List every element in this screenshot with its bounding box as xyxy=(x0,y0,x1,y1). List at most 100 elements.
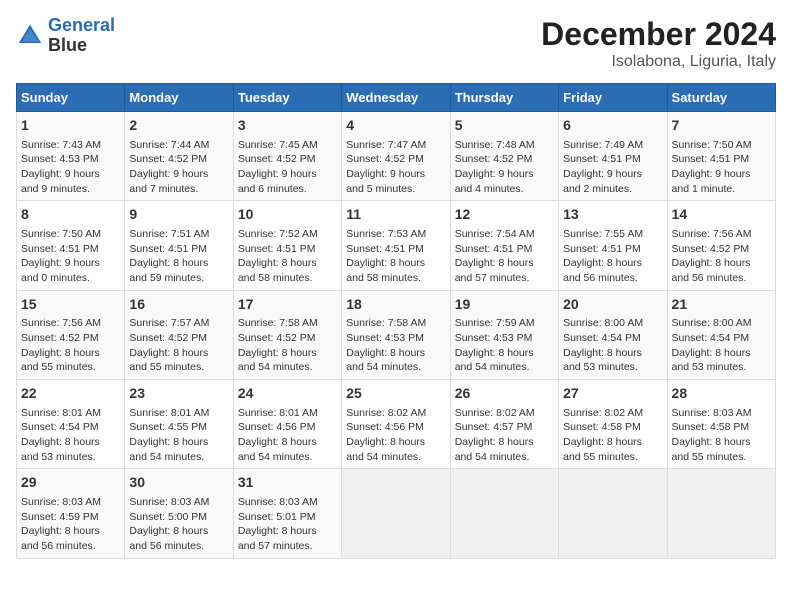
calendar-cell: 6Sunrise: 7:49 AM Sunset: 4:51 PM Daylig… xyxy=(559,112,667,201)
day-number: 28 xyxy=(672,384,771,404)
calendar-cell xyxy=(667,469,775,558)
day-info: Sunrise: 7:57 AM Sunset: 4:52 PM Dayligh… xyxy=(129,316,228,375)
calendar-cell: 26Sunrise: 8:02 AM Sunset: 4:57 PM Dayli… xyxy=(450,380,558,469)
logo: General Blue xyxy=(16,16,115,56)
calendar-cell: 28Sunrise: 8:03 AM Sunset: 4:58 PM Dayli… xyxy=(667,380,775,469)
day-number: 18 xyxy=(346,295,445,315)
calendar-cell: 3Sunrise: 7:45 AM Sunset: 4:52 PM Daylig… xyxy=(233,112,341,201)
calendar-header: SundayMondayTuesdayWednesdayThursdayFrid… xyxy=(17,84,776,112)
day-info: Sunrise: 7:44 AM Sunset: 4:52 PM Dayligh… xyxy=(129,138,228,197)
day-number: 13 xyxy=(563,205,662,225)
day-info: Sunrise: 7:50 AM Sunset: 4:51 PM Dayligh… xyxy=(21,227,120,286)
day-number: 19 xyxy=(455,295,554,315)
logo-text: General Blue xyxy=(48,16,115,56)
weekday-header-sunday: Sunday xyxy=(17,84,125,112)
day-info: Sunrise: 8:02 AM Sunset: 4:58 PM Dayligh… xyxy=(563,406,662,465)
day-number: 16 xyxy=(129,295,228,315)
calendar-cell: 7Sunrise: 7:50 AM Sunset: 4:51 PM Daylig… xyxy=(667,112,775,201)
calendar-week-row: 15Sunrise: 7:56 AM Sunset: 4:52 PM Dayli… xyxy=(17,290,776,379)
calendar-table: SundayMondayTuesdayWednesdayThursdayFrid… xyxy=(16,83,776,559)
day-number: 4 xyxy=(346,116,445,136)
day-info: Sunrise: 7:53 AM Sunset: 4:51 PM Dayligh… xyxy=(346,227,445,286)
day-info: Sunrise: 7:58 AM Sunset: 4:52 PM Dayligh… xyxy=(238,316,337,375)
day-number: 17 xyxy=(238,295,337,315)
weekday-header-tuesday: Tuesday xyxy=(233,84,341,112)
day-info: Sunrise: 8:02 AM Sunset: 4:57 PM Dayligh… xyxy=(455,406,554,465)
day-number: 21 xyxy=(672,295,771,315)
calendar-week-row: 22Sunrise: 8:01 AM Sunset: 4:54 PM Dayli… xyxy=(17,380,776,469)
calendar-cell xyxy=(559,469,667,558)
day-number: 20 xyxy=(563,295,662,315)
day-info: Sunrise: 8:00 AM Sunset: 4:54 PM Dayligh… xyxy=(563,316,662,375)
calendar-cell: 15Sunrise: 7:56 AM Sunset: 4:52 PM Dayli… xyxy=(17,290,125,379)
calendar-cell: 13Sunrise: 7:55 AM Sunset: 4:51 PM Dayli… xyxy=(559,201,667,290)
calendar-body: 1Sunrise: 7:43 AM Sunset: 4:53 PM Daylig… xyxy=(17,112,776,559)
day-number: 1 xyxy=(21,116,120,136)
day-number: 29 xyxy=(21,473,120,493)
calendar-cell: 21Sunrise: 8:00 AM Sunset: 4:54 PM Dayli… xyxy=(667,290,775,379)
month-title: December 2024 xyxy=(541,16,776,53)
day-info: Sunrise: 7:50 AM Sunset: 4:51 PM Dayligh… xyxy=(672,138,771,197)
calendar-week-row: 29Sunrise: 8:03 AM Sunset: 4:59 PM Dayli… xyxy=(17,469,776,558)
weekday-header-row: SundayMondayTuesdayWednesdayThursdayFrid… xyxy=(17,84,776,112)
calendar-cell: 30Sunrise: 8:03 AM Sunset: 5:00 PM Dayli… xyxy=(125,469,233,558)
day-number: 8 xyxy=(21,205,120,225)
day-number: 15 xyxy=(21,295,120,315)
calendar-week-row: 1Sunrise: 7:43 AM Sunset: 4:53 PM Daylig… xyxy=(17,112,776,201)
day-info: Sunrise: 7:55 AM Sunset: 4:51 PM Dayligh… xyxy=(563,227,662,286)
day-info: Sunrise: 8:02 AM Sunset: 4:56 PM Dayligh… xyxy=(346,406,445,465)
day-number: 25 xyxy=(346,384,445,404)
day-number: 3 xyxy=(238,116,337,136)
day-info: Sunrise: 8:03 AM Sunset: 4:58 PM Dayligh… xyxy=(672,406,771,465)
calendar-cell xyxy=(342,469,450,558)
weekday-header-monday: Monday xyxy=(125,84,233,112)
calendar-cell: 16Sunrise: 7:57 AM Sunset: 4:52 PM Dayli… xyxy=(125,290,233,379)
day-number: 24 xyxy=(238,384,337,404)
day-info: Sunrise: 8:00 AM Sunset: 4:54 PM Dayligh… xyxy=(672,316,771,375)
day-info: Sunrise: 7:47 AM Sunset: 4:52 PM Dayligh… xyxy=(346,138,445,197)
calendar-cell: 11Sunrise: 7:53 AM Sunset: 4:51 PM Dayli… xyxy=(342,201,450,290)
day-number: 5 xyxy=(455,116,554,136)
calendar-cell: 4Sunrise: 7:47 AM Sunset: 4:52 PM Daylig… xyxy=(342,112,450,201)
calendar-cell: 17Sunrise: 7:58 AM Sunset: 4:52 PM Dayli… xyxy=(233,290,341,379)
calendar-cell: 20Sunrise: 8:00 AM Sunset: 4:54 PM Dayli… xyxy=(559,290,667,379)
day-info: Sunrise: 7:54 AM Sunset: 4:51 PM Dayligh… xyxy=(455,227,554,286)
day-number: 14 xyxy=(672,205,771,225)
day-info: Sunrise: 7:48 AM Sunset: 4:52 PM Dayligh… xyxy=(455,138,554,197)
calendar-cell: 9Sunrise: 7:51 AM Sunset: 4:51 PM Daylig… xyxy=(125,201,233,290)
calendar-cell xyxy=(450,469,558,558)
weekday-header-thursday: Thursday xyxy=(450,84,558,112)
day-number: 22 xyxy=(21,384,120,404)
day-info: Sunrise: 7:59 AM Sunset: 4:53 PM Dayligh… xyxy=(455,316,554,375)
day-info: Sunrise: 7:56 AM Sunset: 4:52 PM Dayligh… xyxy=(21,316,120,375)
weekday-header-wednesday: Wednesday xyxy=(342,84,450,112)
calendar-cell: 18Sunrise: 7:58 AM Sunset: 4:53 PM Dayli… xyxy=(342,290,450,379)
day-info: Sunrise: 8:03 AM Sunset: 4:59 PM Dayligh… xyxy=(21,495,120,554)
location-subtitle: Isolabona, Liguria, Italy xyxy=(541,53,776,71)
calendar-cell: 27Sunrise: 8:02 AM Sunset: 4:58 PM Dayli… xyxy=(559,380,667,469)
calendar-cell: 24Sunrise: 8:01 AM Sunset: 4:56 PM Dayli… xyxy=(233,380,341,469)
calendar-week-row: 8Sunrise: 7:50 AM Sunset: 4:51 PM Daylig… xyxy=(17,201,776,290)
day-info: Sunrise: 7:52 AM Sunset: 4:51 PM Dayligh… xyxy=(238,227,337,286)
day-info: Sunrise: 7:43 AM Sunset: 4:53 PM Dayligh… xyxy=(21,138,120,197)
calendar-cell: 8Sunrise: 7:50 AM Sunset: 4:51 PM Daylig… xyxy=(17,201,125,290)
day-info: Sunrise: 7:51 AM Sunset: 4:51 PM Dayligh… xyxy=(129,227,228,286)
day-info: Sunrise: 7:45 AM Sunset: 4:52 PM Dayligh… xyxy=(238,138,337,197)
day-info: Sunrise: 7:56 AM Sunset: 4:52 PM Dayligh… xyxy=(672,227,771,286)
day-info: Sunrise: 7:49 AM Sunset: 4:51 PM Dayligh… xyxy=(563,138,662,197)
day-number: 10 xyxy=(238,205,337,225)
day-info: Sunrise: 8:01 AM Sunset: 4:55 PM Dayligh… xyxy=(129,406,228,465)
calendar-cell: 25Sunrise: 8:02 AM Sunset: 4:56 PM Dayli… xyxy=(342,380,450,469)
logo-icon xyxy=(16,22,44,50)
day-number: 31 xyxy=(238,473,337,493)
day-info: Sunrise: 8:03 AM Sunset: 5:01 PM Dayligh… xyxy=(238,495,337,554)
calendar-cell: 23Sunrise: 8:01 AM Sunset: 4:55 PM Dayli… xyxy=(125,380,233,469)
day-number: 9 xyxy=(129,205,228,225)
calendar-cell: 5Sunrise: 7:48 AM Sunset: 4:52 PM Daylig… xyxy=(450,112,558,201)
title-block: December 2024 Isolabona, Liguria, Italy xyxy=(541,16,776,71)
calendar-cell: 31Sunrise: 8:03 AM Sunset: 5:01 PM Dayli… xyxy=(233,469,341,558)
day-info: Sunrise: 8:01 AM Sunset: 4:56 PM Dayligh… xyxy=(238,406,337,465)
day-number: 27 xyxy=(563,384,662,404)
day-number: 26 xyxy=(455,384,554,404)
day-number: 2 xyxy=(129,116,228,136)
